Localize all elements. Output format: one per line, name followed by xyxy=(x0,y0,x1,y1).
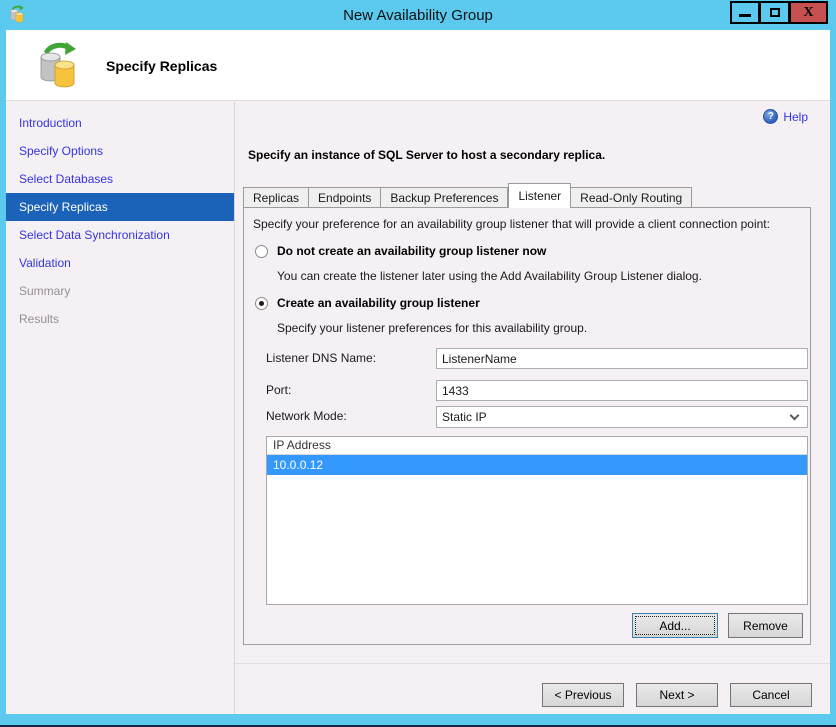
sidebar-item-specify-replicas[interactable]: Specify Replicas xyxy=(6,193,234,221)
wizard-footer: < Previous Next > Cancel xyxy=(235,663,830,714)
minimize-icon xyxy=(739,14,751,17)
radio-icon xyxy=(255,244,268,258)
listener-intro-text: Specify your preference for an availabil… xyxy=(253,217,770,231)
radio-description: You can create the listener later using … xyxy=(277,269,702,283)
minimize-button[interactable] xyxy=(730,1,760,24)
maximize-button[interactable] xyxy=(760,1,790,24)
port-label: Port: xyxy=(266,383,292,397)
port-input[interactable] xyxy=(436,380,808,401)
add-button[interactable]: Add... xyxy=(632,613,718,638)
tab-listener[interactable]: Listener xyxy=(508,183,572,208)
sidebar-item-summary: Summary xyxy=(19,284,71,298)
radio-label: Create an availability group listener xyxy=(277,296,480,310)
new-availability-group-window: New Availability Group X Specify Replica… xyxy=(0,0,836,727)
window-controls: X xyxy=(730,1,828,24)
listener-dns-name-label: Listener DNS Name: xyxy=(266,351,377,365)
database-sync-icon xyxy=(40,42,76,88)
tab-replicas[interactable]: Replicas xyxy=(243,187,310,208)
window-title: New Availability Group xyxy=(343,6,493,24)
wizard-header: Specify Replicas xyxy=(6,30,830,101)
radio-label: Do not create an availability group list… xyxy=(277,244,547,258)
cancel-button[interactable]: Cancel xyxy=(730,683,812,707)
sidebar-item-introduction[interactable]: Introduction xyxy=(6,109,234,137)
help-label: Help xyxy=(783,109,808,124)
tab-read-only-routing[interactable]: Read-Only Routing xyxy=(571,187,693,208)
sidebar-item-validation[interactable]: Validation xyxy=(6,249,234,277)
ip-address-row[interactable]: 10.0.0.12 xyxy=(267,455,807,475)
main-content: ? Help Specify an instance of SQL Server… xyxy=(235,102,830,663)
previous-button[interactable]: < Previous xyxy=(542,683,624,707)
tab-backup-preferences[interactable]: Backup Preferences xyxy=(381,187,509,208)
help-link[interactable]: ? Help xyxy=(763,109,808,124)
network-mode-value: Static IP xyxy=(442,410,487,424)
help-icon: ? xyxy=(763,109,779,124)
chevron-down-icon xyxy=(789,410,800,420)
sidebar-item-specify-options[interactable]: Specify Options xyxy=(6,137,234,165)
listener-dns-name-input[interactable] xyxy=(436,348,808,369)
sidebar-item-select-databases[interactable]: Select Databases xyxy=(6,165,234,193)
wizard-dialog: Specify Replicas Introduction Specify Op… xyxy=(6,30,830,714)
remove-button[interactable]: Remove xyxy=(728,613,803,638)
wizard-steps-sidebar: Introduction Specify Options Select Data… xyxy=(6,102,234,714)
close-button[interactable]: X xyxy=(790,1,828,24)
sidebar-item-select-data-synchronization[interactable]: Select Data Synchronization xyxy=(6,221,234,249)
ip-address-column-header[interactable]: IP Address xyxy=(267,437,807,455)
replica-tabs: Replicas Endpoints Backup Preferences Li… xyxy=(243,183,693,208)
radio-do-not-create-listener[interactable]: Do not create an availability group list… xyxy=(255,244,546,258)
tab-endpoints[interactable]: Endpoints xyxy=(309,187,382,208)
next-button[interactable]: Next > xyxy=(636,683,718,707)
radio-description: Specify your listener preferences for th… xyxy=(277,321,588,335)
network-mode-label: Network Mode: xyxy=(266,409,347,423)
page-title: Specify Replicas xyxy=(106,58,218,74)
ip-address-list: IP Address 10.0.0.12 xyxy=(266,436,808,605)
radio-create-listener[interactable]: Create an availability group listener xyxy=(255,296,480,310)
instruction-heading: Specify an instance of SQL Server to hos… xyxy=(248,148,606,162)
sidebar-item-results: Results xyxy=(19,312,60,326)
close-icon: X xyxy=(803,4,814,20)
radio-icon-checked xyxy=(255,296,268,310)
titlebar: New Availability Group X xyxy=(0,0,836,30)
listener-tab-panel: Specify your preference for an availabil… xyxy=(243,207,811,645)
maximize-icon xyxy=(769,8,780,17)
network-mode-dropdown[interactable]: Static IP xyxy=(436,406,808,428)
